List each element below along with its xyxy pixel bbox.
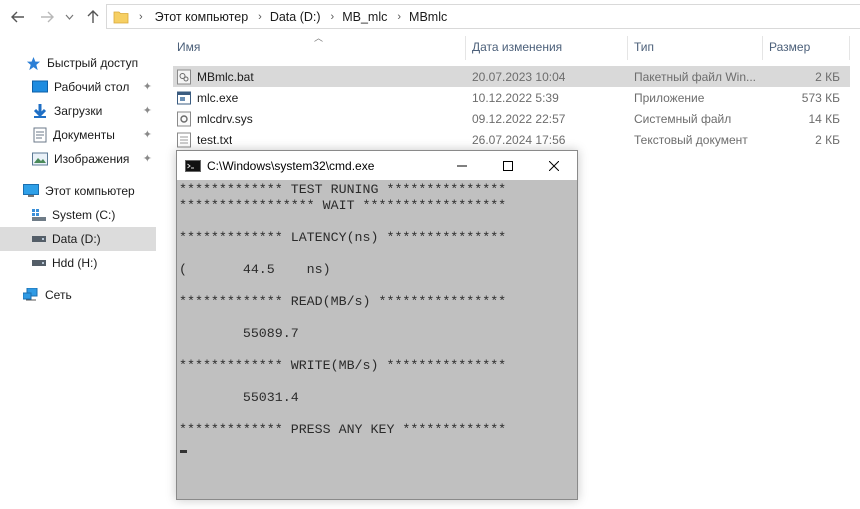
column-divider[interactable] xyxy=(762,36,763,60)
minimize-button[interactable] xyxy=(439,151,485,180)
system-drive-icon xyxy=(32,209,46,221)
file-name: MBmlc.bat xyxy=(197,69,254,84)
maximize-icon xyxy=(503,160,513,171)
breadcrumb-separator-icon: › xyxy=(139,10,143,23)
breadcrumb-mbmlc[interactable]: MBmlc xyxy=(409,10,447,24)
navigation-pane: Быстрый доступ Рабочий стол ✦ Загрузки ✦… xyxy=(0,34,158,509)
star-icon xyxy=(26,56,41,70)
console-line: ************* WRITE(MB/s) **************… xyxy=(179,358,507,373)
nav-this-pc[interactable]: Этот компьютер xyxy=(0,179,156,203)
column-divider[interactable] xyxy=(849,36,850,60)
file-date: 20.07.2023 10:04 xyxy=(472,69,566,84)
nav-downloads[interactable]: Загрузки ✦ xyxy=(0,99,156,123)
file-type: Приложение xyxy=(634,90,705,105)
column-divider[interactable] xyxy=(465,36,466,60)
console-line: ************* READ(MB/s) ***************… xyxy=(179,294,507,309)
cmd-app-icon xyxy=(185,159,201,172)
nav-quick-access[interactable]: Быстрый доступ xyxy=(0,51,156,75)
file-row[interactable]: mlc.exe 10.12.2022 5:39 Приложение 573 К… xyxy=(173,87,850,108)
recent-locations-chevron-icon[interactable] xyxy=(58,7,80,27)
pin-icon[interactable]: ✦ xyxy=(143,104,152,117)
file-size: 573 КБ xyxy=(801,90,840,105)
up-arrow-icon[interactable] xyxy=(82,7,104,27)
file-name: test.txt xyxy=(197,132,233,147)
file-row[interactable]: MBmlc.bat 20.07.2023 10:04 Пакетный файл… xyxy=(173,66,850,87)
maximize-button[interactable] xyxy=(485,151,531,180)
nav-system-c[interactable]: System (C:) xyxy=(0,203,156,227)
bat-file-icon xyxy=(177,69,191,84)
sys-file-icon xyxy=(177,111,191,126)
breadcrumb-data-d[interactable]: Data (D:) › xyxy=(270,10,342,24)
column-header-date[interactable]: Дата изменения xyxy=(472,34,562,60)
nav-pictures[interactable]: Изображения ✦ xyxy=(0,147,156,171)
documents-icon xyxy=(33,127,47,143)
close-icon xyxy=(549,160,559,171)
console-line: ************* PRESS ANY KEY ************… xyxy=(179,422,507,437)
breadcrumb-separator-icon: › xyxy=(258,10,262,23)
nav-hdd-h[interactable]: Hdd (H:) xyxy=(0,251,156,275)
forward-arrow-icon[interactable] xyxy=(36,7,58,27)
console-line: 55031.4 xyxy=(179,390,299,405)
console-line: ************* TEST RUNING **************… xyxy=(179,182,507,197)
sort-ascending-icon: ︿ xyxy=(314,33,324,43)
file-size: 2 КБ xyxy=(815,132,840,147)
nav-data-d[interactable]: Data (D:) xyxy=(0,227,156,251)
file-type: Пакетный файл Win... xyxy=(634,69,756,84)
file-name: mlcdrv.sys xyxy=(197,111,253,126)
nav-network[interactable]: Сеть xyxy=(0,283,156,307)
file-date: 10.12.2022 5:39 xyxy=(472,90,559,105)
breadcrumb-this-pc[interactable]: Этот компьютер › xyxy=(155,10,270,24)
file-date: 26.07.2024 17:56 xyxy=(472,132,566,147)
file-size: 14 КБ xyxy=(808,111,840,126)
console-cursor xyxy=(180,450,187,453)
nav-desktop[interactable]: Рабочий стол ✦ xyxy=(0,75,156,99)
drive-icon xyxy=(32,236,46,242)
cmd-title: C:\Windows\system32\cmd.exe xyxy=(207,158,375,173)
column-header-size[interactable]: Размер xyxy=(769,34,810,60)
pin-icon[interactable]: ✦ xyxy=(143,80,152,93)
drive-icon xyxy=(32,260,46,266)
download-icon xyxy=(33,104,47,118)
cmd-window[interactable]: C:\Windows\system32\cmd.exe ************… xyxy=(176,150,578,500)
breadcrumb-mb-mlc[interactable]: MB_mlc › xyxy=(342,10,409,24)
file-type: Текстовый документ xyxy=(634,132,748,147)
pin-icon[interactable]: ✦ xyxy=(143,128,152,141)
network-icon xyxy=(23,288,38,301)
computer-icon xyxy=(23,184,39,197)
close-button[interactable] xyxy=(531,151,577,180)
desktop-icon xyxy=(32,80,48,93)
console-line: ***************** WAIT *****************… xyxy=(179,198,507,213)
folder-icon xyxy=(113,11,129,23)
file-row[interactable]: test.txt 26.07.2024 17:56 Текстовый доку… xyxy=(173,129,850,150)
minimize-icon xyxy=(457,165,467,166)
console-line: ************* LATENCY(ns) **************… xyxy=(179,230,507,245)
file-date: 09.12.2022 22:57 xyxy=(472,111,566,126)
breadcrumb-separator-icon: › xyxy=(330,10,335,23)
nav-documents[interactable]: Документы ✦ xyxy=(0,123,156,147)
column-header-name[interactable]: Имя xyxy=(177,34,200,60)
address-bar: › Этот компьютер › Data (D:) › MB_mlc › MBm… xyxy=(0,0,860,34)
file-size: 2 КБ xyxy=(815,69,840,84)
column-header-type[interactable]: Тип xyxy=(634,34,654,60)
console-output[interactable]: ************* TEST RUNING **************… xyxy=(179,182,575,498)
column-divider[interactable] xyxy=(627,36,628,60)
back-arrow-icon[interactable] xyxy=(7,7,29,27)
breadcrumb-separator-icon: › xyxy=(397,10,402,23)
pin-icon[interactable]: ✦ xyxy=(143,152,152,165)
file-type: Системный файл xyxy=(634,111,732,126)
exe-file-icon xyxy=(177,91,191,104)
console-line: ( 44.5 ns) xyxy=(179,262,331,277)
address-box[interactable]: › Этот компьютер › Data (D:) › MB_mlc › MBm… xyxy=(106,4,860,29)
txt-file-icon xyxy=(177,132,191,147)
file-row[interactable]: mlcdrv.sys 09.12.2022 22:57 Системный фа… xyxy=(173,108,850,129)
pictures-icon xyxy=(32,152,48,166)
file-name: mlc.exe xyxy=(197,90,239,105)
console-line: 55089.7 xyxy=(179,326,299,341)
cmd-title-bar[interactable]: C:\Windows\system32\cmd.exe xyxy=(177,151,577,180)
